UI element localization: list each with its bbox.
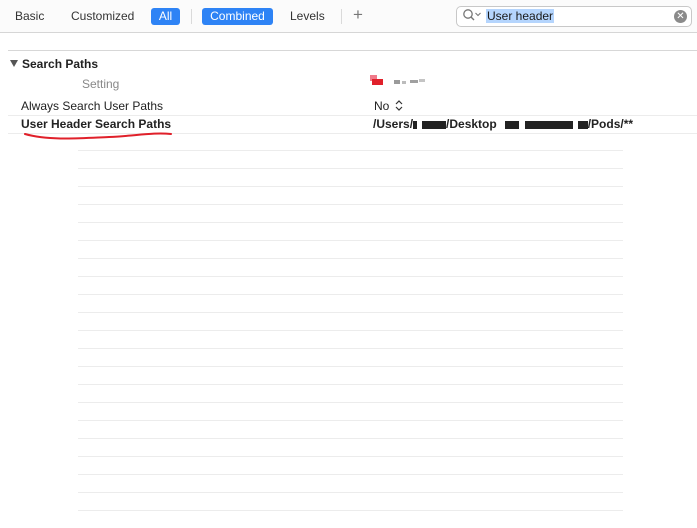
target-icon	[368, 75, 428, 87]
clear-search-icon[interactable]: ✕	[674, 10, 687, 23]
section-divider	[8, 50, 697, 51]
redacted-text	[577, 120, 588, 129]
redacted-text	[422, 120, 447, 129]
empty-row-divider	[78, 150, 623, 151]
empty-row-divider	[78, 168, 623, 169]
setting-row-always-search-user-paths[interactable]: Always Search User Paths No	[8, 97, 697, 116]
annotation-underline	[24, 132, 172, 140]
empty-row-divider	[78, 384, 623, 385]
search-field[interactable]: User header ✕	[456, 6, 692, 27]
column-header-setting: Setting	[82, 77, 120, 91]
empty-row-divider	[78, 402, 623, 403]
toolbar-divider	[191, 9, 192, 24]
empty-row-divider	[78, 492, 623, 493]
redacted-text	[524, 120, 573, 129]
tab-levels[interactable]: Levels	[290, 9, 325, 23]
add-setting-icon[interactable]: +	[353, 5, 363, 25]
empty-row-divider	[78, 510, 623, 511]
tab-all[interactable]: All	[151, 8, 180, 25]
empty-row-divider	[78, 294, 623, 295]
empty-row-divider	[78, 276, 623, 277]
empty-row-divider	[78, 186, 623, 187]
path-suffix: /Pods/**	[587, 117, 634, 131]
empty-row-divider	[78, 366, 623, 367]
setting-value-path[interactable]: /Users/ /Desktop/Pods/**	[373, 117, 633, 131]
empty-row-divider	[78, 258, 623, 259]
empty-row-divider	[78, 456, 623, 457]
setting-value: No	[374, 99, 390, 113]
toolbar-divider	[341, 9, 342, 24]
redacted-text	[504, 120, 519, 129]
empty-row-divider	[78, 438, 623, 439]
empty-row-divider	[78, 474, 623, 475]
disclosure-triangle-icon[interactable]	[10, 60, 18, 67]
popup-arrows-icon	[395, 100, 403, 111]
empty-row-divider	[78, 204, 623, 205]
empty-row-divider	[78, 222, 623, 223]
tab-customized[interactable]: Customized	[71, 9, 134, 23]
tab-basic[interactable]: Basic	[15, 9, 44, 23]
path-prefix: /Users/	[373, 117, 414, 131]
empty-row-divider	[78, 240, 623, 241]
empty-row-divider	[78, 348, 623, 349]
empty-row-divider	[78, 312, 623, 313]
empty-row-divider	[78, 420, 623, 421]
search-input[interactable]: User header	[486, 9, 555, 23]
tab-combined[interactable]: Combined	[202, 8, 273, 25]
path-mid: /Desktop	[446, 117, 497, 131]
setting-value-popup[interactable]: No	[374, 99, 403, 113]
search-icon[interactable]	[462, 8, 482, 25]
empty-row-divider	[78, 330, 623, 331]
setting-name: Always Search User Paths	[21, 99, 164, 113]
section-title[interactable]: Search Paths	[22, 57, 98, 71]
build-settings-toolbar: Basic Customized All Combined Levels + U…	[0, 0, 697, 33]
